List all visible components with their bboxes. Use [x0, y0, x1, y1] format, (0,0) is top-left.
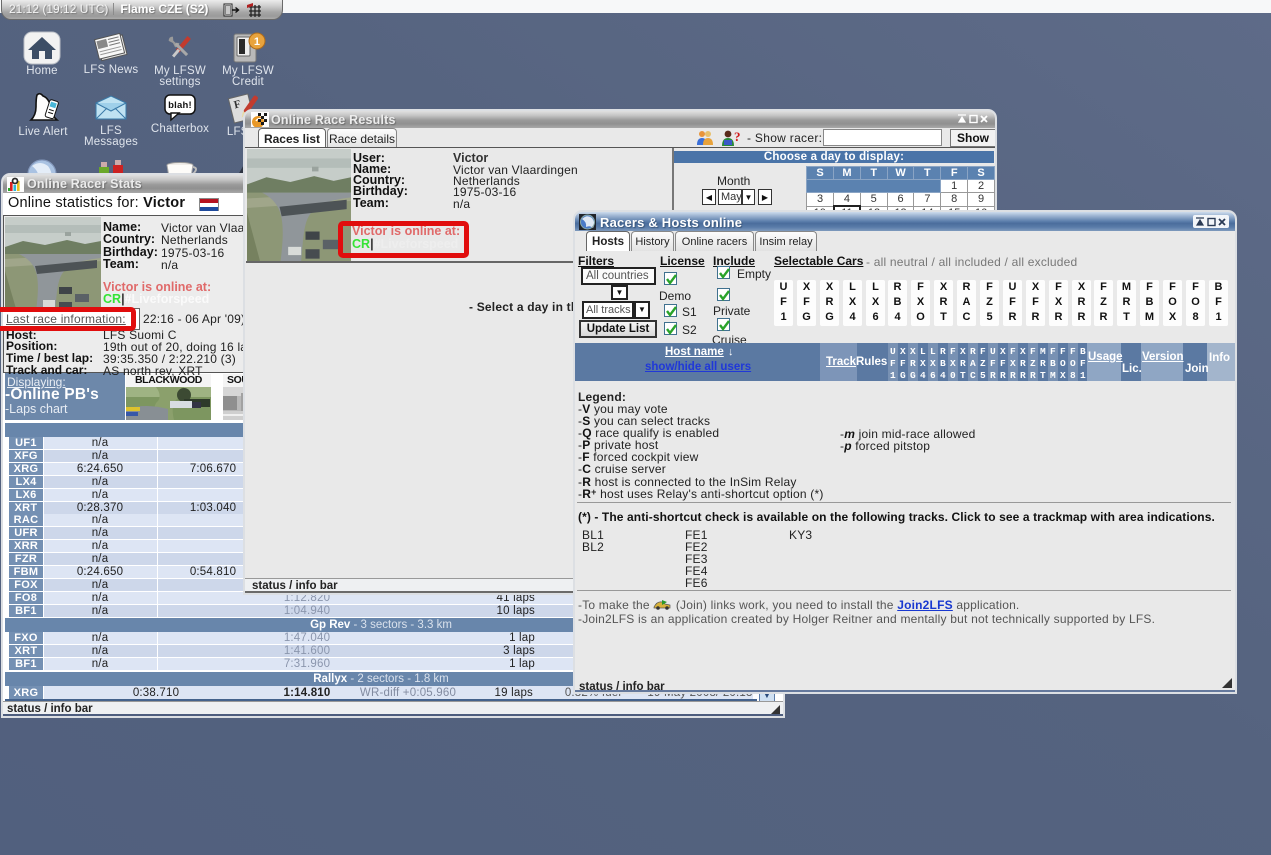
- svg-text:1: 1: [254, 36, 260, 48]
- svg-text:?: ?: [734, 129, 740, 144]
- svg-text:blah!: blah!: [168, 100, 192, 111]
